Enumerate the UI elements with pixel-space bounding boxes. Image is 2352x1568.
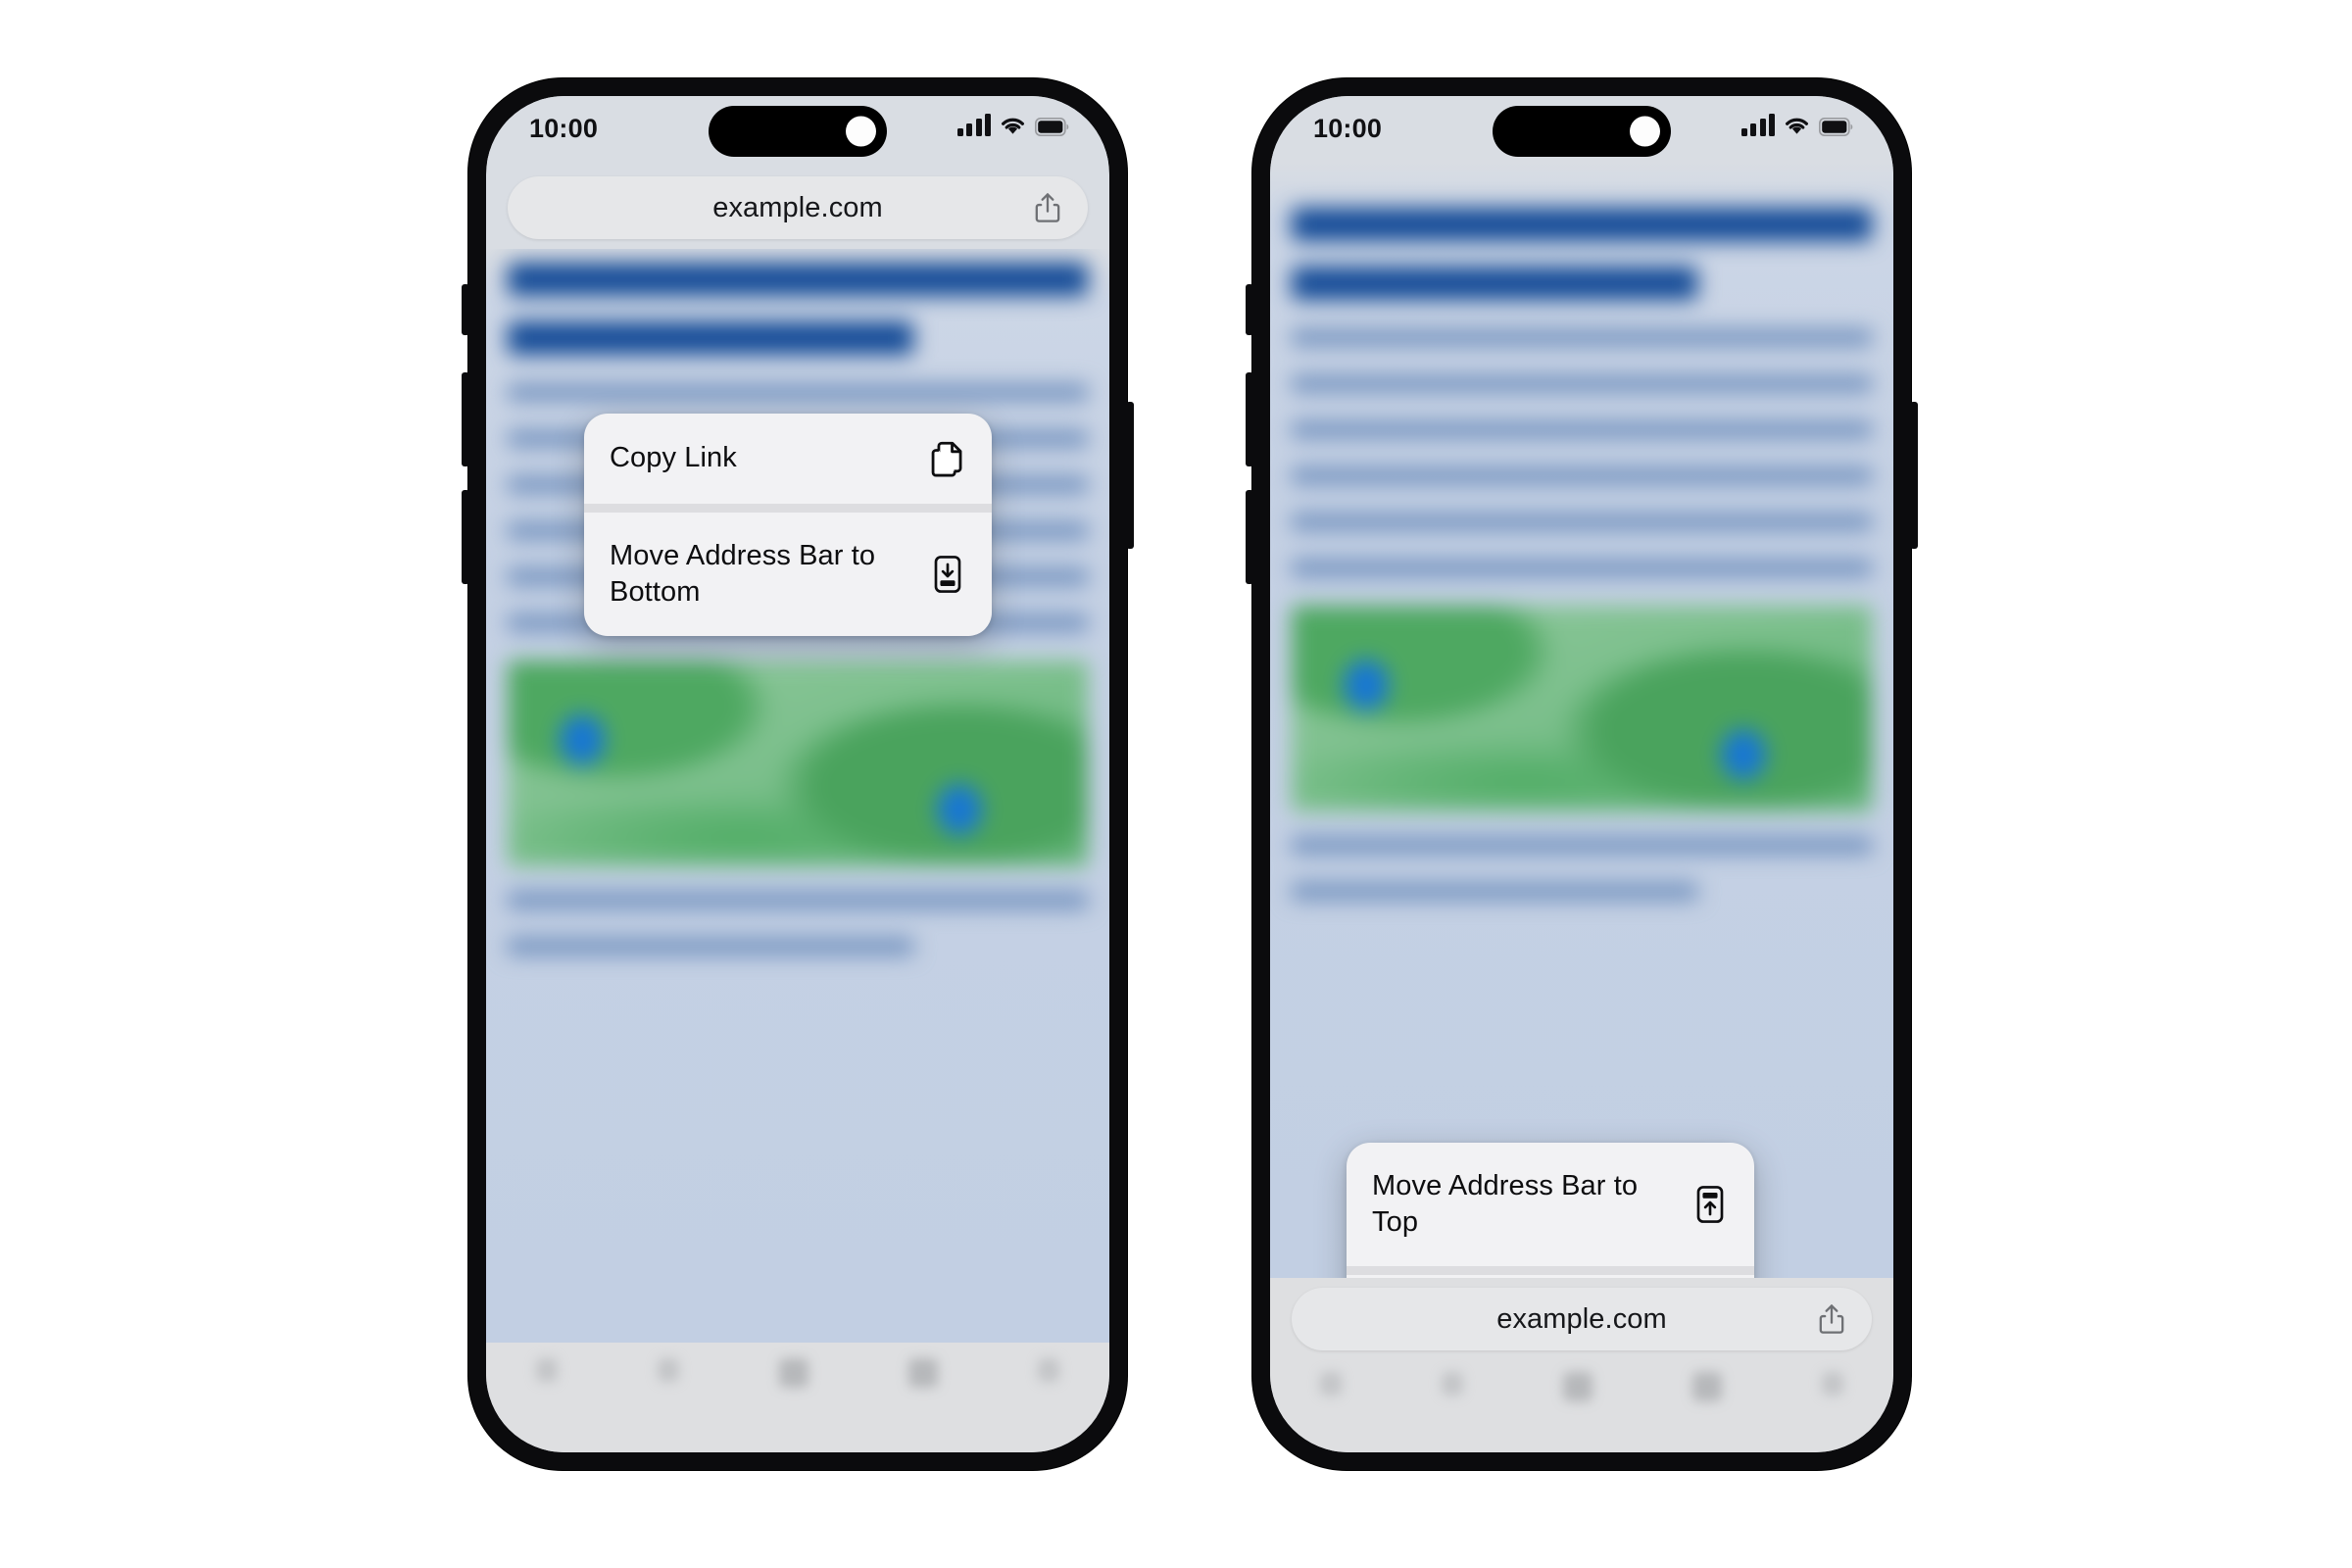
toolbar-forward-icon[interactable] (1442, 1372, 1463, 1396)
cellular-bars-icon (1740, 114, 1775, 136)
webpage-content: Copy Link Move Address Bar to Bottom (486, 249, 1109, 1343)
move-address-bar-bottom-icon (934, 556, 961, 593)
share-icon[interactable] (1033, 191, 1062, 224)
phone-address-bar-top: 10:00 example.com Copy Link Move Address… (462, 78, 1134, 1470)
toolbar-bookmarks-icon[interactable] (1692, 1372, 1722, 1401)
menu-item-label: Move Address Bar to Top (1372, 1170, 1639, 1239)
webpage-content: Move Address Bar to Top Copy Link (1270, 163, 1893, 1278)
comparison-screenshot: 10:00 example.com Copy Link Move Address… (0, 0, 2352, 1568)
status-bar-time: 10:00 (529, 114, 599, 143)
volume-up-button[interactable] (1246, 372, 1253, 466)
address-bar-url: example.com (712, 191, 883, 223)
menu-divider (584, 504, 992, 513)
front-camera-icon (1630, 116, 1660, 147)
menu-item-move-address-bar[interactable]: Move Address Bar to Bottom (584, 513, 992, 636)
content-headline (508, 321, 914, 355)
power-button[interactable] (1910, 402, 1918, 549)
dynamic-island (1493, 106, 1671, 157)
content-text-line (1292, 467, 1872, 484)
browser-toolbar (1270, 1356, 1893, 1452)
map-thumbnail (1292, 606, 1872, 811)
content-text-line (1292, 329, 1872, 346)
toolbar-back-icon[interactable] (536, 1358, 558, 1382)
move-address-bar-top-icon (1696, 1186, 1724, 1223)
battery-full-icon (1819, 118, 1853, 136)
menu-item-move-address-bar[interactable]: Move Address Bar to Top (1347, 1143, 1754, 1266)
cellular-bars-icon (956, 114, 991, 136)
content-headline (1292, 267, 1698, 300)
wifi-icon (1786, 118, 1808, 134)
menu-item-copy-link[interactable]: Copy Link (1347, 1275, 1754, 1278)
map-thumbnail (508, 661, 1088, 866)
power-button[interactable] (1126, 402, 1134, 549)
action-button[interactable] (462, 284, 469, 335)
address-bar[interactable]: example.com (1292, 1288, 1872, 1350)
phone-screen: 10:00 (486, 96, 1109, 1452)
status-bar-time: 10:00 (1313, 114, 1383, 143)
toolbar-share-icon[interactable] (779, 1358, 808, 1388)
copy-link-icon (931, 441, 962, 477)
toolbar-tabs-icon[interactable] (1822, 1372, 1843, 1396)
browser-toolbar (486, 1343, 1109, 1452)
menu-item-label: Copy Link (610, 442, 737, 474)
content-text-line (1292, 837, 1872, 854)
share-icon[interactable] (1817, 1302, 1846, 1336)
phone-address-bar-bottom: 10:00 Move Address Bar to Top example.co… (1246, 78, 1918, 1470)
toolbar-tabs-icon[interactable] (1038, 1358, 1059, 1382)
content-text-line (1292, 514, 1872, 530)
menu-divider (1347, 1266, 1754, 1276)
toolbar-bookmarks-icon[interactable] (908, 1358, 938, 1388)
content-text-line (1292, 375, 1872, 392)
content-text-line (508, 384, 1088, 401)
menu-item-copy-link[interactable]: Copy Link (584, 414, 992, 504)
address-bar[interactable]: example.com (508, 176, 1088, 239)
action-button[interactable] (1246, 284, 1253, 335)
front-camera-icon (846, 116, 876, 147)
toolbar-share-icon[interactable] (1563, 1372, 1592, 1401)
content-text-line (508, 892, 1088, 908)
toolbar-back-icon[interactable] (1320, 1372, 1342, 1396)
volume-down-button[interactable] (462, 490, 469, 584)
wifi-icon (1002, 118, 1024, 134)
content-text-line (1292, 883, 1698, 900)
map-pin-icon (1344, 659, 1390, 710)
volume-down-button[interactable] (1246, 490, 1253, 584)
content-headline (508, 263, 1088, 296)
map-pin-icon (1721, 729, 1767, 780)
map-pin-icon (560, 713, 606, 765)
content-text-line (1292, 421, 1872, 438)
content-text-line (508, 938, 914, 955)
map-pin-icon (937, 784, 983, 835)
address-bar-container-top: example.com (486, 163, 1109, 249)
volume-up-button[interactable] (462, 372, 469, 466)
dynamic-island (709, 106, 887, 157)
address-bar-url: example.com (1496, 1302, 1667, 1335)
address-bar-container-bottom: example.com (1270, 1278, 1893, 1356)
context-menu: Copy Link Move Address Bar to Bottom (584, 414, 992, 637)
menu-item-label: Move Address Bar to Bottom (610, 540, 876, 609)
content-text-line (1292, 560, 1872, 576)
context-menu: Move Address Bar to Top Copy Link (1347, 1143, 1754, 1278)
content-headline (1292, 208, 1872, 241)
battery-full-icon (1035, 118, 1069, 136)
toolbar-forward-icon[interactable] (658, 1358, 679, 1382)
phone-screen: 10:00 (1270, 96, 1893, 1452)
